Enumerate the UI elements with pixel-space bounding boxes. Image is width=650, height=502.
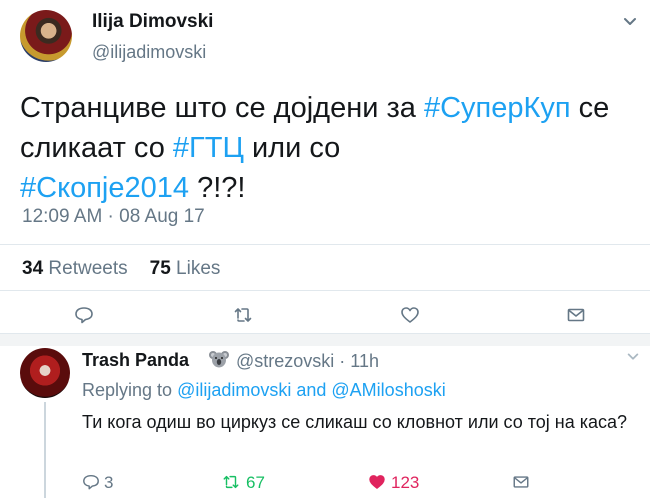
reply-icon[interactable] bbox=[74, 305, 94, 325]
reply-count: 3 bbox=[104, 473, 114, 492]
hashtag-gtc[interactable]: #ГТЦ bbox=[173, 132, 244, 164]
reply-actions: 3 67 123 bbox=[0, 472, 650, 494]
hashtag-skopje2014[interactable]: #Скопје2014 bbox=[20, 172, 189, 204]
like-icon[interactable] bbox=[400, 305, 420, 325]
author-handle[interactable]: @ilijadimovski bbox=[92, 42, 206, 63]
tweet-actions bbox=[0, 305, 650, 329]
likes-label[interactable]: Likes bbox=[176, 258, 220, 279]
retweet-icon[interactable] bbox=[233, 305, 253, 325]
replying-and: and bbox=[291, 380, 332, 400]
reply-author-name[interactable]: Trash Panda bbox=[82, 350, 189, 371]
section-separator bbox=[0, 333, 650, 346]
divider bbox=[0, 290, 650, 291]
replying-to: Replying to @ilijadimovski and @AMilosho… bbox=[82, 380, 446, 401]
mention-ilijadimovski[interactable]: @ilijadimovski bbox=[177, 380, 291, 400]
chevron-down-icon[interactable] bbox=[622, 14, 638, 30]
retweet-icon[interactable] bbox=[222, 473, 240, 491]
reply-handle-time[interactable]: @strezovski · 11h bbox=[236, 351, 379, 372]
reply-author-avatar[interactable] bbox=[20, 348, 70, 398]
divider bbox=[0, 244, 650, 245]
hashtag-superkup[interactable]: #СуперКуп bbox=[424, 92, 571, 124]
reply-icon[interactable] bbox=[82, 473, 100, 491]
tweet-text-part: ?!?! bbox=[189, 172, 246, 204]
direct-message-icon[interactable] bbox=[566, 305, 586, 325]
tweet-text-part: или со bbox=[243, 132, 341, 164]
koala-emoji-icon bbox=[209, 351, 229, 368]
reply-text: Ти кога одиш во циркуз се сликаш со клов… bbox=[82, 412, 628, 432]
likes-count[interactable]: 75 bbox=[150, 258, 171, 279]
mention-amiloshoski[interactable]: @AMiloshoski bbox=[331, 380, 445, 400]
retweet-count: 67 bbox=[246, 473, 265, 492]
replying-prefix: Replying to bbox=[82, 380, 178, 400]
author-avatar[interactable] bbox=[20, 10, 72, 62]
tweet-timestamp: 12:09 AM · 08 Aug 17 bbox=[22, 206, 205, 227]
tweet-text-part: Странциве што се дојдени за bbox=[20, 92, 424, 124]
author-name[interactable]: Ilija Dimovski bbox=[92, 11, 213, 33]
like-icon[interactable] bbox=[368, 473, 386, 491]
tweet-stats: 34 Retweets 75 Likes bbox=[22, 258, 220, 280]
retweets-count[interactable]: 34 bbox=[22, 258, 43, 279]
chevron-down-icon[interactable] bbox=[626, 350, 640, 364]
like-count: 123 bbox=[391, 473, 420, 492]
direct-message-icon[interactable] bbox=[512, 473, 530, 491]
tweet-text: Странциве што се дојдени за #СуперКуп се… bbox=[20, 88, 635, 208]
retweets-label[interactable]: Retweets bbox=[48, 258, 127, 279]
